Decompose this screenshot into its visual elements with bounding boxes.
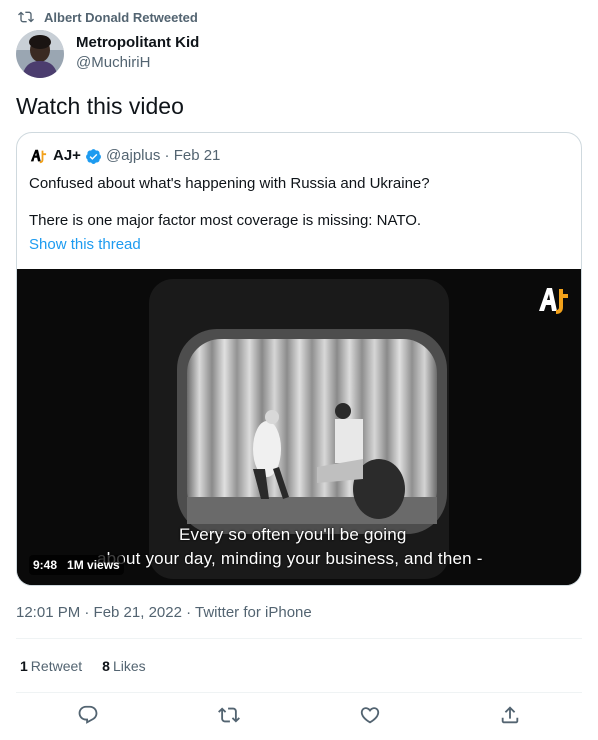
- likes-stat[interactable]: 8 Likes: [102, 658, 145, 674]
- quoted-tweet[interactable]: AJ+ @ajplus · Feb 21 Confused about what…: [16, 132, 582, 586]
- quoted-text-line-1: Confused about what's happening with Rus…: [29, 175, 430, 192]
- tweet-timestamp[interactable]: 12:01 PM · Feb 21, 2022 · Twitter for iP…: [16, 604, 312, 621]
- verified-badge-icon: [85, 148, 101, 164]
- retweet-icon: [218, 707, 240, 723]
- likes-count: 8: [102, 658, 110, 674]
- show-thread-link[interactable]: Show this thread: [29, 236, 141, 253]
- video-duration: 9:48: [33, 558, 58, 572]
- quoted-tweet-header: AJ+ @ajplus · Feb 21: [29, 147, 220, 165]
- share-button[interactable]: [499, 704, 521, 726]
- retweet-button[interactable]: [218, 704, 240, 726]
- avatar[interactable]: [16, 30, 64, 78]
- author-handle[interactable]: @MuchiriH: [76, 53, 199, 73]
- retweet-icon: [18, 11, 34, 23]
- quoted-author-name[interactable]: AJ+: [53, 147, 81, 165]
- likes-label: Likes: [112, 658, 146, 674]
- retweet-header-text: Albert Donald Retweeted: [44, 9, 198, 25]
- ajplus-watermark-icon: [539, 288, 568, 314]
- retweets-label: Retweet: [30, 658, 83, 674]
- tweet-author: Metropolitant Kid @MuchiriH: [16, 30, 199, 78]
- heart-icon: [360, 707, 380, 724]
- reply-icon: [78, 705, 98, 724]
- quoted-handle[interactable]: @ajplus: [106, 147, 160, 164]
- share-icon: [501, 706, 519, 724]
- action-bar: [0, 704, 598, 730]
- video-views: 1M views: [67, 558, 120, 572]
- video-caption-line-2: about your day, minding your business, a…: [97, 549, 483, 568]
- divider: [16, 638, 582, 639]
- quoted-text-line-2: There is one major factor most coverage …: [29, 212, 422, 229]
- video-caption-line-1: Every so often you'll be going: [179, 525, 407, 544]
- quoted-date[interactable]: Feb 21: [174, 147, 221, 164]
- tweet-text: Watch this video: [16, 93, 184, 119]
- ajplus-logo-icon: [30, 149, 47, 164]
- like-button[interactable]: [359, 704, 381, 726]
- author-display-name[interactable]: Metropolitant Kid: [76, 33, 199, 53]
- retweets-count: 1: [20, 658, 28, 674]
- reply-button[interactable]: [77, 704, 99, 726]
- meta-separator: ·: [164, 147, 174, 164]
- divider: [16, 692, 582, 693]
- retweet-header[interactable]: Albert Donald Retweeted: [18, 8, 198, 26]
- video-player[interactable]: Every so often you'll be going about you…: [17, 269, 581, 585]
- video-info-badge: 9:48 1M views: [29, 555, 124, 575]
- retweets-stat[interactable]: 1 Retweet: [20, 658, 82, 674]
- quoted-meta: @ajplus · Feb 21: [106, 147, 220, 165]
- tweet-stats: 1 Retweet 8 Likes: [20, 658, 166, 674]
